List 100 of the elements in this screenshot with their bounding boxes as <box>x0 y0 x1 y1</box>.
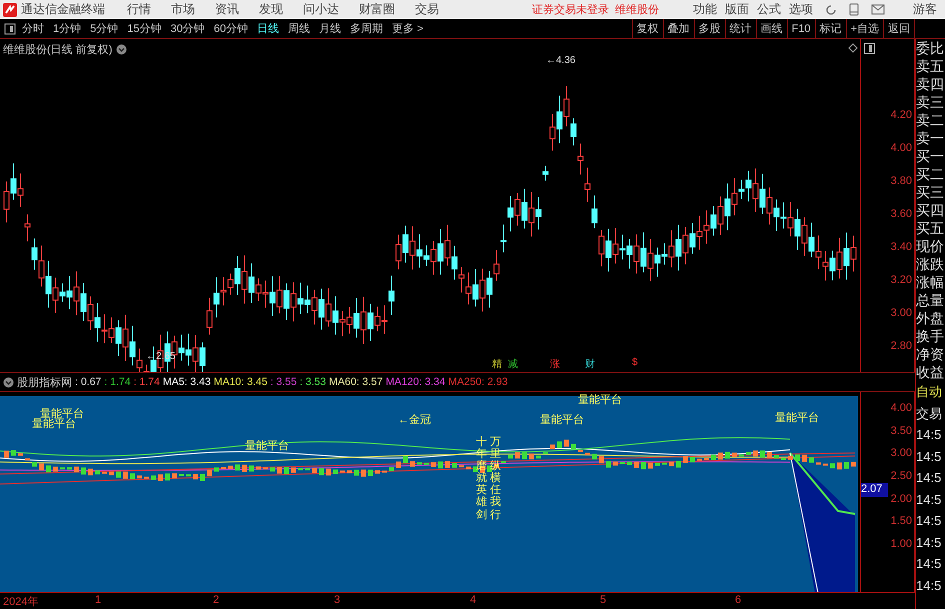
indicator-value: : 3.55 <box>270 376 297 388</box>
period-tab[interactable]: 周线 <box>288 21 310 36</box>
status-text: 证券交易未登录 <box>532 2 609 17</box>
chevron-down-icon[interactable] <box>116 44 128 55</box>
axis-label: 3.00 <box>890 306 912 321</box>
axis-label: 3 <box>334 594 340 606</box>
axis-label: 3.80 <box>890 174 912 189</box>
status-text: 维维股份 <box>615 2 659 17</box>
panel-toggle-icon[interactable] <box>4 22 16 34</box>
time-label: 14:5 <box>916 534 942 552</box>
signal-marker: 涨 <box>550 358 560 371</box>
app-logo-icon <box>3 2 17 16</box>
axis-label: 2.50 <box>890 470 912 484</box>
menu-item[interactable]: 选项 <box>789 1 813 18</box>
menu-item[interactable]: 发现 <box>259 1 283 18</box>
chart-title: 维维股份(日线 前复权) <box>3 42 112 57</box>
time-label: 14:5 <box>916 469 942 487</box>
indicator-value: : 1.74 <box>134 376 160 388</box>
quote-label: 卖五 <box>916 57 945 75</box>
chart-label: ←金冠 <box>398 413 431 427</box>
indicator-value: MA250: 2.93 <box>448 376 508 388</box>
axis-label: 4.00 <box>890 402 912 416</box>
axis-label: 6 <box>735 594 742 606</box>
refresh-icon[interactable] <box>825 4 837 16</box>
time-label: 14:5 <box>916 490 942 508</box>
quote-label: 净资 <box>916 345 945 363</box>
menu-item[interactable]: 功能 <box>693 1 717 18</box>
indicator-name: 股朋指标网 <box>17 376 72 390</box>
price-annotation: ←4.36 <box>546 55 576 66</box>
chart-label: 量能平台 <box>32 418 76 431</box>
quote-label: 买一 <box>916 147 945 165</box>
menu-item[interactable]: 资讯 <box>215 1 239 18</box>
quote-label: 买三 <box>916 183 945 201</box>
menu-item[interactable]: 版面 <box>725 1 749 18</box>
quote-label: 收益 <box>916 363 945 381</box>
quote-label: 买二 <box>916 165 945 183</box>
time-label: 14:5 <box>916 576 942 594</box>
axis-label: 4.20 <box>890 108 912 123</box>
quote-label: 总量 <box>916 291 945 309</box>
time-label: 14:5 <box>916 555 942 573</box>
axis-label: 4 <box>470 594 476 606</box>
current-value-tag: 2.07 <box>861 483 888 497</box>
quote-label: 委比 <box>916 39 945 57</box>
axis-label: 4.00 <box>890 141 912 156</box>
period-tab[interactable]: 分时 <box>22 21 44 36</box>
time-label: 14:5 <box>916 448 942 466</box>
quote-label: 卖二 <box>916 111 945 129</box>
chart-label: 量能平台 <box>578 393 622 407</box>
period-tab[interactable]: 月线 <box>319 21 341 36</box>
axis-label: 3.60 <box>890 207 912 222</box>
phone-icon[interactable] <box>849 3 859 16</box>
axis-label: 3.40 <box>890 240 912 255</box>
axis-label: 1.00 <box>890 538 912 552</box>
axis-label: 2 <box>213 594 220 606</box>
period-tab[interactable]: 5分钟 <box>90 21 118 36</box>
signal-marker: 精 <box>492 358 502 371</box>
period-tab[interactable]: 日线 <box>257 21 279 36</box>
quote-label: 卖四 <box>916 75 945 93</box>
menu-item[interactable]: 问小达 <box>303 1 339 18</box>
indicator-value: : 1.74 <box>104 376 131 388</box>
period-tab[interactable]: 15分钟 <box>127 21 162 36</box>
indicator-value: : 0.67 <box>75 376 102 388</box>
indicator-value: MA10: 3.45 <box>214 376 268 388</box>
trade-label: 自动 <box>916 383 943 401</box>
quote-label: 涨幅 <box>916 273 945 291</box>
quote-label: 涨跌 <box>916 255 945 273</box>
quote-label: 换手 <box>916 327 945 345</box>
menu-item[interactable]: 交易 <box>415 1 439 18</box>
chart-label: 量能平台 <box>775 411 819 425</box>
axis-label: 5 <box>600 594 606 606</box>
menu-item[interactable]: 财富圈 <box>359 1 395 18</box>
period-tab[interactable]: 1分钟 <box>53 21 82 36</box>
app-title: 通达信金融终端 <box>21 1 105 18</box>
mail-icon[interactable] <box>871 4 885 15</box>
indicator-value: MA60: 3.57 <box>328 376 383 388</box>
panel-toggle-icon[interactable] <box>864 43 875 54</box>
signal-marker: 减 <box>508 358 518 371</box>
chevron-down-icon[interactable] <box>3 376 14 388</box>
signal-marker: $ <box>632 357 638 368</box>
menu-item[interactable]: 市场 <box>171 1 195 18</box>
period-tab[interactable]: 多周期 <box>350 21 383 36</box>
axis-label: 1.50 <box>890 515 912 530</box>
axis-label: 3.50 <box>890 424 912 439</box>
axis-label: 2024年 <box>3 595 38 609</box>
axis-label: 2.00 <box>890 492 912 507</box>
quote-label: 卖一 <box>916 129 945 147</box>
period-tab[interactable]: 30分钟 <box>170 21 205 36</box>
user-label[interactable]: 游客 <box>913 1 937 18</box>
trade-label: 交易 <box>916 404 943 422</box>
quote-label: 买四 <box>916 201 945 219</box>
menu-item[interactable]: 行情 <box>127 1 151 18</box>
diamond-icon[interactable] <box>848 43 858 53</box>
menu-item[interactable]: 公式 <box>757 1 781 18</box>
quote-label: 现价 <box>916 237 945 255</box>
chart-label: 量能平台 <box>540 413 584 427</box>
period-tab[interactable]: 更多 > <box>392 21 424 36</box>
quote-label: 外盘 <box>916 309 945 327</box>
axis-label: 2.80 <box>890 339 912 354</box>
period-tab[interactable]: 60分钟 <box>214 21 248 36</box>
signal-marker: 财 <box>585 358 595 371</box>
